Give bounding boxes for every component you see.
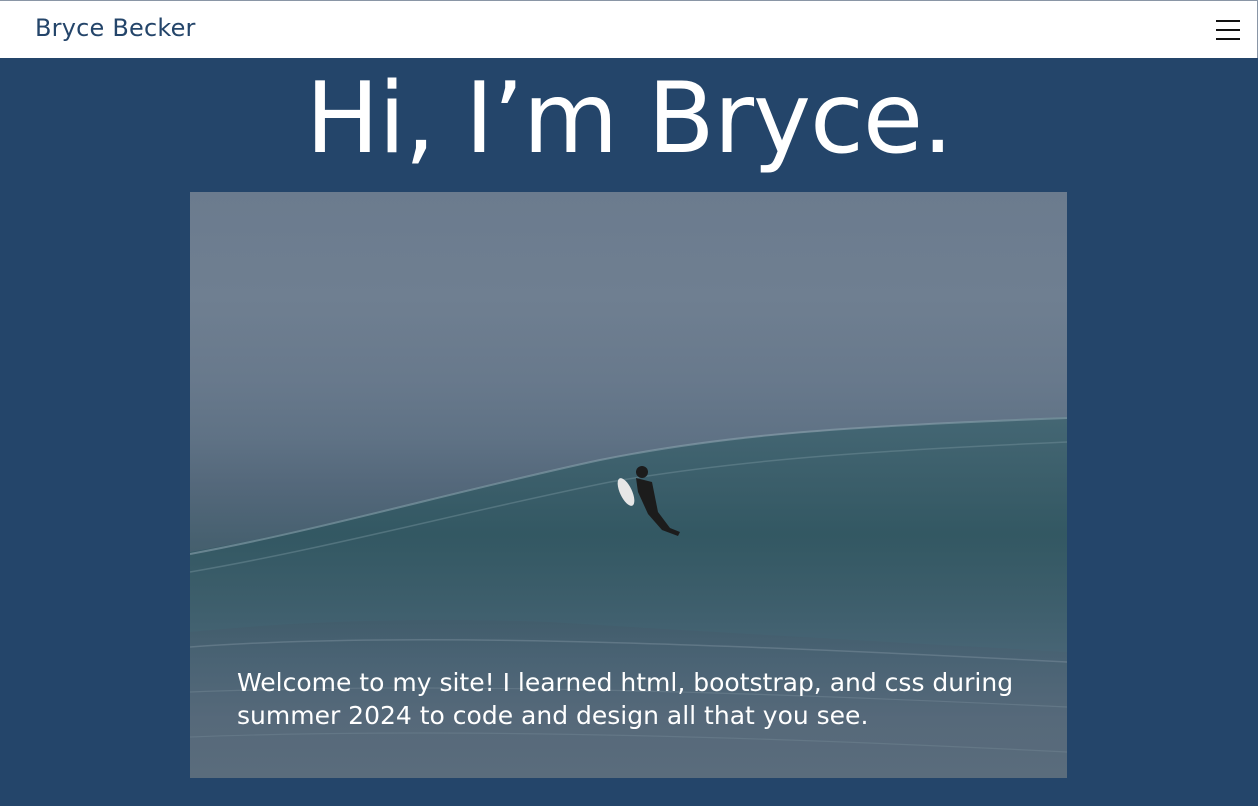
hero-title: Hi, I’m Bryce. xyxy=(305,62,954,176)
brand-link[interactable]: Bryce Becker xyxy=(35,14,196,42)
hamburger-menu-icon[interactable] xyxy=(1210,15,1246,47)
hero-caption: Welcome to my site! I learned html, boot… xyxy=(237,668,1014,730)
menu-bar-top xyxy=(1216,20,1240,22)
navbar: Bryce Becker xyxy=(0,0,1258,58)
menu-bar-bottom xyxy=(1216,38,1240,40)
menu-bar-middle xyxy=(1216,29,1240,31)
hero-image: Welcome to my site! I learned html, boot… xyxy=(190,192,1067,778)
